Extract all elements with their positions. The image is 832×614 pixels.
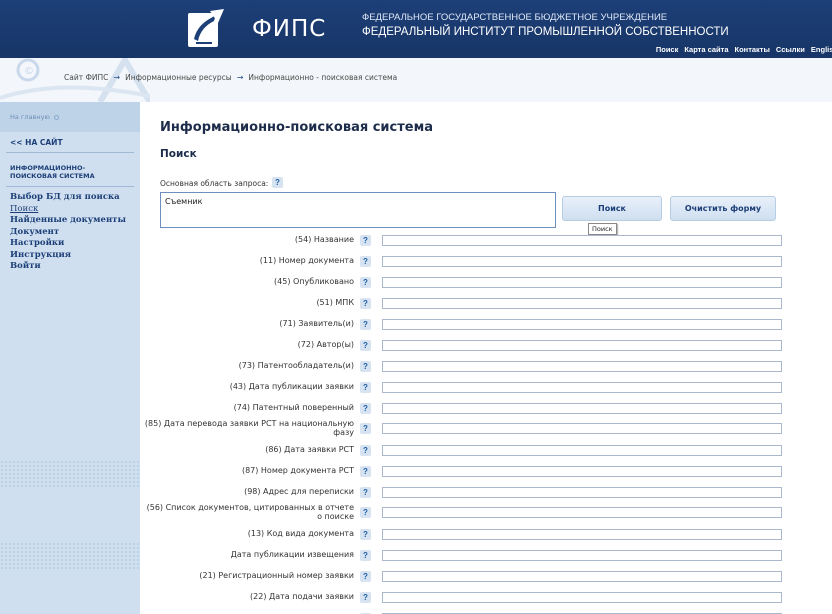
home-dot-icon: [53, 114, 59, 120]
field-label: Дата публикации извещения: [230, 550, 354, 559]
help-icon[interactable]: ?: [360, 592, 371, 603]
help-icon[interactable]: ?: [360, 382, 371, 393]
field-input[interactable]: [382, 361, 782, 372]
field-input[interactable]: [382, 571, 782, 582]
field-label: (11) Номер документа: [259, 256, 354, 265]
field-input[interactable]: [382, 487, 782, 498]
help-icon[interactable]: ?: [360, 507, 371, 518]
sidebar-section-title: ИНФОРМАЦИОННО-ПОИСКОВАЯ СИСТЕМА: [10, 164, 95, 180]
sidebar: На главную << НА САЙТ ИНФОРМАЦИОННО-ПОИС…: [0, 102, 140, 614]
help-icon[interactable]: ?: [360, 466, 371, 477]
sidebar-item-document[interactable]: Документ: [10, 227, 126, 239]
field-input[interactable]: [382, 423, 782, 434]
clear-form-button[interactable]: Очистить форму: [670, 196, 776, 221]
sidebar-pattern: [0, 460, 140, 488]
top-link-search[interactable]: Поиск: [656, 45, 679, 54]
sidebar-nav: Выбор БД для поиска Поиск Найденные доку…: [10, 192, 126, 273]
org-name: ФЕДЕРАЛЬНЫЙ ИНСТИТУТ ПРОМЫШЛЕННОЙ СОБСТВ…: [362, 26, 729, 38]
logo-text[interactable]: ФИПС: [252, 16, 326, 42]
sidebar-item-login[interactable]: Войти: [10, 261, 126, 273]
home-link-label: На главную: [10, 113, 50, 121]
help-icon[interactable]: ?: [360, 403, 371, 414]
field-label: (98) Адрес для переписки: [244, 487, 354, 496]
query-label: Основная область запроса:: [160, 179, 269, 188]
help-icon[interactable]: ?: [360, 423, 371, 434]
field-input[interactable]: [382, 550, 782, 561]
top-link-english[interactable]: English: [811, 45, 832, 54]
help-icon[interactable]: ?: [360, 487, 371, 498]
help-icon[interactable]: ?: [360, 550, 371, 561]
field-label: (87) Номер документа PCT: [241, 466, 354, 475]
help-icon[interactable]: ?: [360, 340, 371, 351]
help-icon[interactable]: ?: [360, 571, 371, 582]
field-input[interactable]: [382, 529, 782, 540]
field-input[interactable]: [382, 466, 782, 477]
sidebar-divider: [6, 152, 134, 153]
sidebar-item-settings[interactable]: Настройки: [10, 238, 126, 250]
field-input[interactable]: [382, 340, 782, 351]
help-icon[interactable]: ?: [360, 256, 371, 267]
help-icon[interactable]: ?: [360, 529, 371, 540]
breadcrumb-arrow-icon: →: [113, 73, 121, 82]
org-type: ФЕДЕРАЛЬНОЕ ГОСУДАРСТВЕННОЕ БЮДЖЕТНОЕ УЧ…: [362, 12, 668, 23]
field-label: (72) Автор(ы): [297, 340, 354, 349]
field-label: (22) Дата подачи заявки: [250, 592, 354, 601]
field-input[interactable]: [382, 445, 782, 456]
field-label: (85) Дата перевода заявки PCT на национа…: [144, 419, 354, 437]
search-button[interactable]: Поиск: [562, 196, 662, 221]
help-icon[interactable]: ?: [360, 298, 371, 309]
field-input[interactable]: [382, 235, 782, 246]
breadcrumb: Сайт ФИПС → Информационные ресурсы → Инф…: [64, 73, 397, 82]
page-title: Информационно-поисковая система: [160, 120, 433, 135]
breadcrumb-item-current: Информационно - поисковая система: [248, 73, 398, 82]
field-input[interactable]: [382, 403, 782, 414]
help-icon[interactable]: ?: [360, 277, 371, 288]
breadcrumb-item-site[interactable]: Сайт ФИПС: [64, 73, 108, 82]
sidebar-divider: [6, 186, 134, 187]
field-input[interactable]: [382, 256, 782, 267]
fips-logo-icon[interactable]: [188, 9, 224, 49]
field-input[interactable]: [382, 382, 782, 393]
svg-text:©: ©: [24, 66, 34, 77]
field-label: (13) Код вида документа: [247, 529, 354, 538]
top-link-sitemap[interactable]: Карта сайта: [684, 45, 728, 54]
help-icon[interactable]: ?: [360, 319, 371, 330]
help-icon[interactable]: ?: [360, 361, 371, 372]
field-label: (56) Список документов, цитированных в о…: [146, 503, 354, 521]
home-link[interactable]: На главную: [10, 113, 59, 121]
field-input[interactable]: [382, 507, 782, 518]
field-input[interactable]: [382, 298, 782, 309]
sidebar-pattern: [0, 542, 140, 570]
field-input[interactable]: [382, 277, 782, 288]
field-label: (43) Дата публикации заявки: [229, 382, 354, 391]
top-nav: Поиск Карта сайта Контакты Ссылки Englis…: [656, 45, 832, 54]
field-label: (86) Дата заявки PCT: [265, 445, 354, 454]
section-title: Поиск: [160, 148, 197, 160]
field-label: (21) Регистрационный номер заявки: [199, 571, 354, 580]
top-link-contacts[interactable]: Контакты: [735, 45, 770, 54]
field-label: (51) МПК: [316, 298, 354, 307]
help-icon[interactable]: ?: [272, 177, 283, 188]
help-icon[interactable]: ?: [360, 445, 371, 456]
field-label: (54) Название: [294, 235, 354, 244]
sidebar-item-found-docs[interactable]: Найденные документы: [10, 215, 126, 227]
main-content: Информационно-поисковая система Поиск Ос…: [145, 102, 832, 614]
field-label: (45) Опубликовано: [274, 277, 354, 286]
sidebar-item-search[interactable]: Поиск: [10, 204, 126, 216]
sidebar-item-manual[interactable]: Инструкция: [10, 250, 126, 262]
field-label: (73) Патентообладатель(и): [238, 361, 354, 370]
top-link-links[interactable]: Ссылки: [776, 45, 805, 54]
breadcrumb-item-resources[interactable]: Информационные ресурсы: [125, 73, 232, 82]
back-to-site-link[interactable]: << НА САЙТ: [10, 138, 63, 147]
field-label: (74) Патентный поверенный: [233, 403, 354, 412]
field-label: (71) Заявитель(и): [279, 319, 354, 328]
query-input[interactable]: Съемник: [160, 192, 556, 228]
help-icon[interactable]: ?: [360, 235, 371, 246]
breadcrumb-arrow-icon: →: [236, 73, 244, 82]
field-input[interactable]: [382, 319, 782, 330]
tooltip: Поиск: [588, 223, 617, 235]
sidebar-item-db-select[interactable]: Выбор БД для поиска: [10, 192, 126, 204]
field-input[interactable]: [382, 592, 782, 603]
site-header: ФИПС ФЕДЕРАЛЬНОЕ ГОСУДАРСТВЕННОЕ БЮДЖЕТН…: [0, 0, 832, 58]
